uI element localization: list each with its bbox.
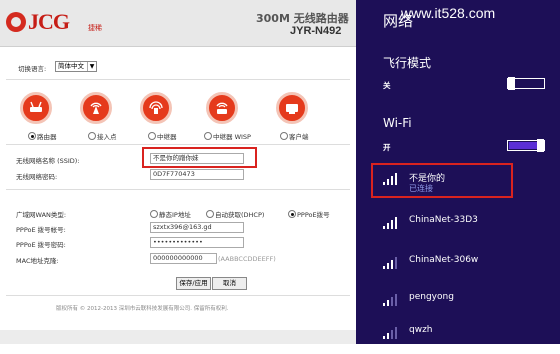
wan-label-static: 静态IP地址: [159, 211, 191, 219]
airplane-mode-label: 飞行模式: [383, 56, 432, 70]
mode-radio-access-point[interactable]: [88, 132, 96, 140]
wifi-section-label: Wi-Fi: [383, 116, 412, 130]
cancel-button[interactable]: 取消: [212, 277, 247, 290]
signal-strength-icon: [383, 257, 397, 269]
wifi-network-item[interactable]: ChinaNet-306w: [370, 250, 550, 284]
network-name: qwzh: [409, 325, 433, 335]
mac-clone-input[interactable]: 000000000000: [150, 253, 217, 264]
wifi-password-label: 无线网络密码:: [16, 173, 58, 181]
chevron-down-icon: ▼: [87, 62, 96, 71]
logo-text: JCG: [28, 9, 70, 34]
wan-radio-static[interactable]: [150, 210, 158, 218]
divider: [6, 295, 350, 296]
network-name: ChinaNet-33D3: [409, 215, 478, 225]
wifi-toggle[interactable]: [507, 139, 545, 152]
mac-clone-label: MAC地址克隆:: [16, 257, 59, 265]
wan-label-pppoe: PPPoE拨号: [297, 211, 330, 219]
mode-label-repeater: 中继器: [157, 133, 177, 141]
mode-radio-repeater[interactable]: [148, 132, 156, 140]
wifi-network-item[interactable]: pengyong: [370, 287, 550, 321]
signal-strength-icon: [383, 294, 397, 306]
ssid-highlight-box: [142, 147, 257, 168]
site-watermark: www.it528.com: [401, 5, 496, 21]
router-mode-icon[interactable]: [20, 92, 52, 124]
router-admin-window: JCG 捷稀 300M 无线路由器 JYR-N492 切换语言: 简体中文▼: [0, 0, 356, 344]
airplane-mode-toggle[interactable]: [507, 77, 545, 90]
ssid-label: 无线网络名称 (SSID):: [16, 157, 80, 165]
wan-radio-pppoe[interactable]: [288, 210, 296, 218]
wan-label-dhcp: 自动获取(DHCP): [215, 211, 265, 219]
router-header: JCG 捷稀 300M 无线路由器 JYR-N492: [0, 0, 356, 47]
wifi-password-input[interactable]: 0D7F770473: [150, 169, 244, 180]
divider: [6, 189, 350, 190]
mac-format-hint: (AABBCCDDEEFF): [218, 255, 276, 263]
jcg-logo: JCG 捷稀: [6, 9, 102, 35]
signal-strength-icon: [383, 327, 397, 339]
wisp-mode-icon[interactable]: [206, 92, 238, 124]
product-model: JYR-N492: [290, 25, 342, 37]
router-footer: [0, 330, 356, 344]
language-select[interactable]: 简体中文 ▼: [55, 61, 97, 72]
mode-radio-wisp[interactable]: [204, 132, 212, 140]
logo-subtext: 捷稀: [88, 24, 102, 32]
wifi-network-item[interactable]: ChinaNet-33D3: [370, 210, 550, 244]
pppoe-user-input[interactable]: szxtx396@163.gd: [150, 222, 244, 233]
language-label: 切换语言:: [18, 65, 47, 73]
copyright-text: 版权所有 © 2012-2013 深圳市云联科技发展有限公司. 保留所有权利.: [56, 306, 229, 312]
mode-radio-router[interactable]: [28, 132, 36, 140]
toggle-fill: [509, 142, 537, 149]
product-title: 300M 无线路由器: [256, 12, 349, 25]
airplane-mode-state: 关: [383, 81, 391, 90]
pppoe-user-label: PPPoE 拨号帐号:: [16, 226, 66, 234]
mode-radio-client[interactable]: [280, 132, 288, 140]
mode-label-access-point: 接入点: [97, 133, 117, 141]
wifi-network-item[interactable]: qwzh: [370, 320, 550, 354]
language-value: 简体中文: [58, 62, 84, 70]
connected-network-highlight-box: [371, 163, 513, 198]
wan-radio-dhcp[interactable]: [206, 210, 214, 218]
toggle-knob: [537, 139, 544, 152]
router-settings-form: 切换语言: 简体中文 ▼ 路由器 接入点 中继器 中继器 WISP 客户端 无线…: [6, 49, 350, 341]
network-name: pengyong: [409, 292, 454, 302]
repeater-mode-icon[interactable]: [140, 92, 172, 124]
access-point-mode-icon[interactable]: [80, 92, 112, 124]
wan-type-label: 广域网WAN类型:: [16, 211, 67, 219]
divider: [6, 144, 350, 145]
mode-label-router: 路由器: [37, 133, 57, 141]
network-name: ChinaNet-306w: [409, 255, 479, 265]
mode-label-client: 客户端: [289, 133, 309, 141]
mode-label-wisp: 中继器 WISP: [213, 133, 251, 141]
save-apply-button[interactable]: 保存/应用: [176, 277, 211, 290]
logo-mark-icon: [6, 12, 26, 32]
pppoe-password-label: PPPoE 拨号密码:: [16, 241, 66, 249]
signal-strength-icon: [383, 217, 397, 229]
client-mode-icon[interactable]: [276, 92, 308, 124]
toggle-knob: [508, 77, 515, 90]
pppoe-password-input[interactable]: •••••••••••••: [150, 237, 244, 248]
divider: [6, 79, 350, 80]
wifi-state: 开: [383, 143, 391, 152]
